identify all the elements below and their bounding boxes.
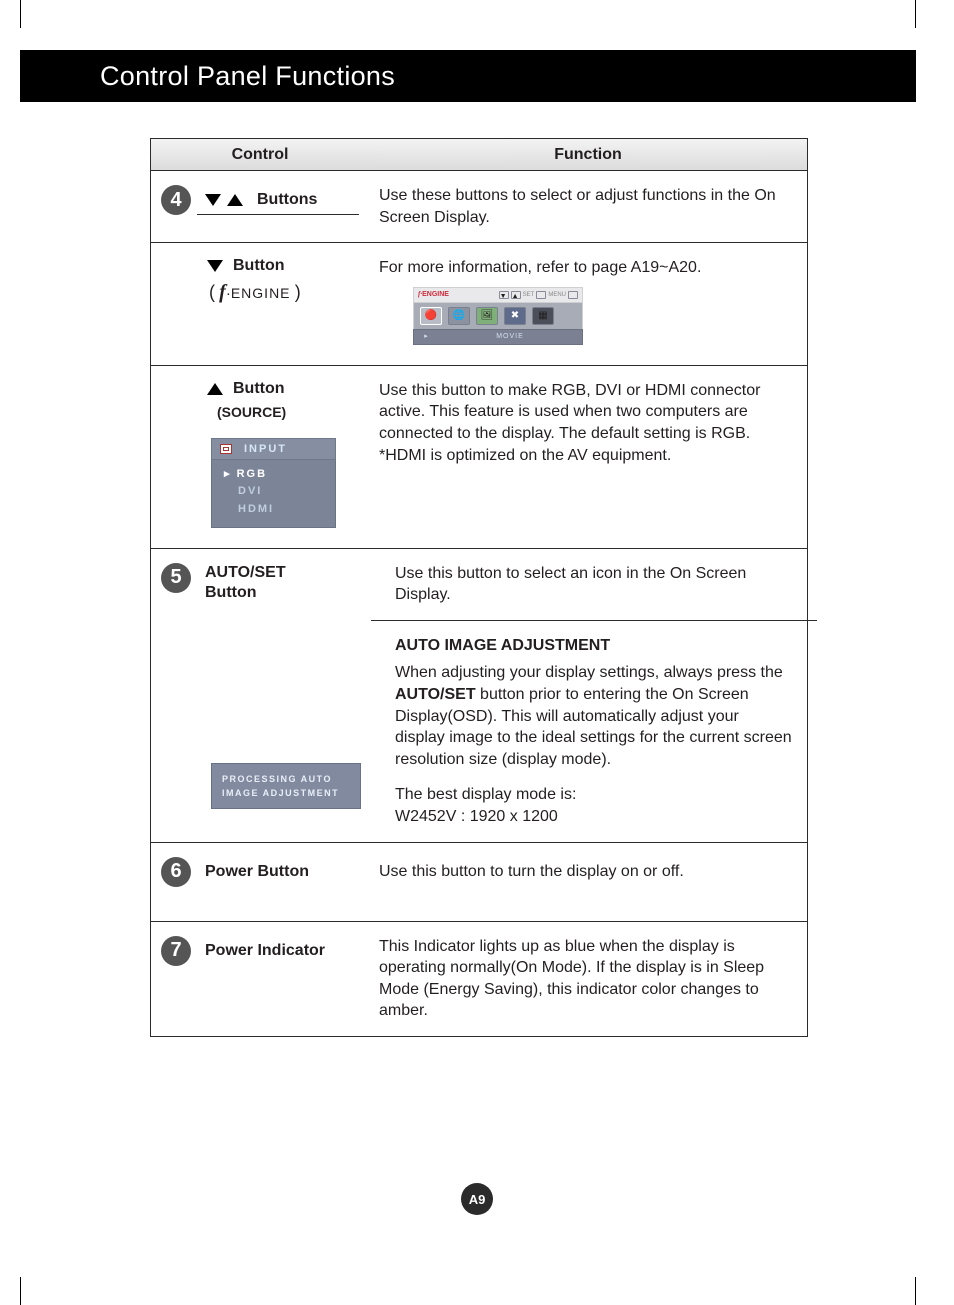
control-cell: 4 Buttons <box>151 171 369 242</box>
crop-mark <box>20 1277 21 1305</box>
best-mode-label: The best display mode is: <box>395 784 793 806</box>
input-icon <box>220 444 232 454</box>
function-text: This Indicator lights up as blue when th… <box>379 938 764 1020</box>
osd-input-item: HDMI <box>238 501 329 519</box>
table-row: 5 AUTO/SET Button PROCESSING AUTO IMAGE … <box>151 549 807 843</box>
mini-box-icon: ▲ <box>511 291 521 299</box>
page-title: Control Panel Functions <box>100 61 395 92</box>
control-label: AUTO/SET Button <box>205 563 315 603</box>
osd-input: INPUT RGB DVI HDMI <box>211 438 336 528</box>
step-badge-5: 5 <box>161 563 191 593</box>
crop-mark <box>915 1277 916 1305</box>
table-row: 7 Power Indicator This Indicator lights … <box>151 922 807 1036</box>
function-cell: Use this button to turn the display on o… <box>369 843 807 921</box>
mini-box-icon <box>536 291 546 299</box>
table-row: 4 Buttons Use these buttons to select or… <box>151 171 807 243</box>
osd-fengine-icons: 🔴 🌐 🖼 ✖ ▦ <box>413 303 583 329</box>
control-cell: 7 Power Indicator <box>151 922 369 1036</box>
up-icon <box>207 383 223 395</box>
page-title-band: Control Panel Functions <box>20 50 916 102</box>
paren-open: ( <box>209 282 215 302</box>
osd-input-item: RGB <box>238 466 329 484</box>
mode-icon-internet: 🌐 <box>448 307 470 325</box>
mode-icon-user: 🖼 <box>476 307 498 325</box>
proc-line1: PROCESSING AUTO <box>222 772 350 786</box>
control-cell: Button (SOURCE) INPUT RGB DVI HDMI <box>151 366 369 548</box>
osd-input-title: INPUT <box>244 443 287 455</box>
osd-fengine-top: f·ENGINE ▼ ▲ SET MENU <box>413 287 583 303</box>
crop-mark <box>20 0 21 28</box>
function-cell: For more information, refer to page A19~… <box>369 243 807 365</box>
page-number-badge: A9 <box>461 1183 493 1215</box>
auto-image-body: When adjusting your display settings, al… <box>395 662 793 770</box>
control-label: Power Indicator <box>205 942 325 960</box>
control-cell: Button ( f·ENGINE ) <box>151 243 369 365</box>
table-row: Button ( f·ENGINE ) For more information… <box>151 243 807 366</box>
function-cell: Use this button to make RGB, DVI or HDMI… <box>369 366 807 548</box>
auto-image-heading: AUTO IMAGE ADJUSTMENT <box>395 635 793 657</box>
osd-menu-label: MENU <box>548 291 566 299</box>
mode-icon-demo: ▦ <box>532 307 554 325</box>
th-control: Control <box>151 146 369 164</box>
function-cell: This Indicator lights up as blue when th… <box>369 922 807 1036</box>
function-text: For more information, refer to page A19~… <box>379 259 701 276</box>
function-text: Use this button to turn the display on o… <box>379 863 684 880</box>
control-cell: 6 Power Button <box>151 843 369 921</box>
down-icon <box>207 260 223 272</box>
best-mode-value: W2452V : 1920 x 1200 <box>395 806 793 828</box>
down-icon <box>205 194 221 206</box>
function-cell: Use this button to select an icon in the… <box>371 549 807 842</box>
crop-mark <box>915 0 916 28</box>
control-label: Button <box>233 380 285 398</box>
right-arrow-icon: ▸ <box>414 332 438 341</box>
paren-close: ) <box>295 282 301 302</box>
osd-input-body: RGB DVI HDMI <box>211 460 336 528</box>
control-label: Buttons <box>257 191 317 209</box>
f-engine-rest: ENGINE <box>231 285 291 301</box>
control-sublabel: (SOURCE) <box>161 404 359 420</box>
osd-fengine: f·ENGINE ▼ ▲ SET MENU 🔴 🌐 🖼 ✖ <box>413 287 583 345</box>
function-cell: Use these buttons to select or adjust fu… <box>369 171 807 242</box>
mini-box-icon <box>568 291 578 299</box>
page: Control Panel Functions Control Function… <box>0 0 954 1305</box>
controls-table: Control Function 4 Buttons Use these but… <box>150 138 808 1037</box>
osd-fengine-bottom: ▸ MOVIE <box>413 329 583 345</box>
mode-icon-normal: ✖ <box>504 307 526 325</box>
control-label: Power Button <box>205 863 309 881</box>
table-header: Control Function <box>151 139 807 171</box>
step-badge-7: 7 <box>161 936 191 966</box>
control-cell: 5 AUTO/SET Button PROCESSING AUTO IMAGE … <box>151 549 371 842</box>
proc-line2: IMAGE ADJUSTMENT <box>222 786 350 800</box>
mini-box-icon: ▼ <box>499 291 509 299</box>
osd-input-header: INPUT <box>211 438 336 460</box>
osd-input-item: DVI <box>238 483 329 501</box>
up-icon <box>227 194 243 206</box>
osd-mode-label: MOVIE <box>438 332 582 341</box>
table-row: 6 Power Button Use this button to turn t… <box>151 843 807 922</box>
osd-set-label: SET <box>523 291 535 299</box>
f-engine-f: f <box>219 281 226 303</box>
mode-icon-movie: 🔴 <box>420 307 442 325</box>
function-text: Use this button to select an icon in the… <box>395 565 746 604</box>
step-badge-4: 4 <box>161 185 191 215</box>
page-number: A9 <box>469 1192 486 1207</box>
control-label: Button <box>233 257 285 275</box>
auto-image-sub: AUTO IMAGE ADJUSTMENT When adjusting you… <box>371 620 817 842</box>
function-text: Use these buttons to select or adjust fu… <box>379 187 776 226</box>
function-text: Use this button to make RGB, DVI or HDMI… <box>379 382 760 464</box>
th-function: Function <box>369 146 807 164</box>
step-badge-6: 6 <box>161 857 191 887</box>
underline <box>197 214 359 215</box>
table-row: Button (SOURCE) INPUT RGB DVI HDMI Use <box>151 366 807 549</box>
osd-processing-box: PROCESSING AUTO IMAGE ADJUSTMENT <box>211 763 361 810</box>
